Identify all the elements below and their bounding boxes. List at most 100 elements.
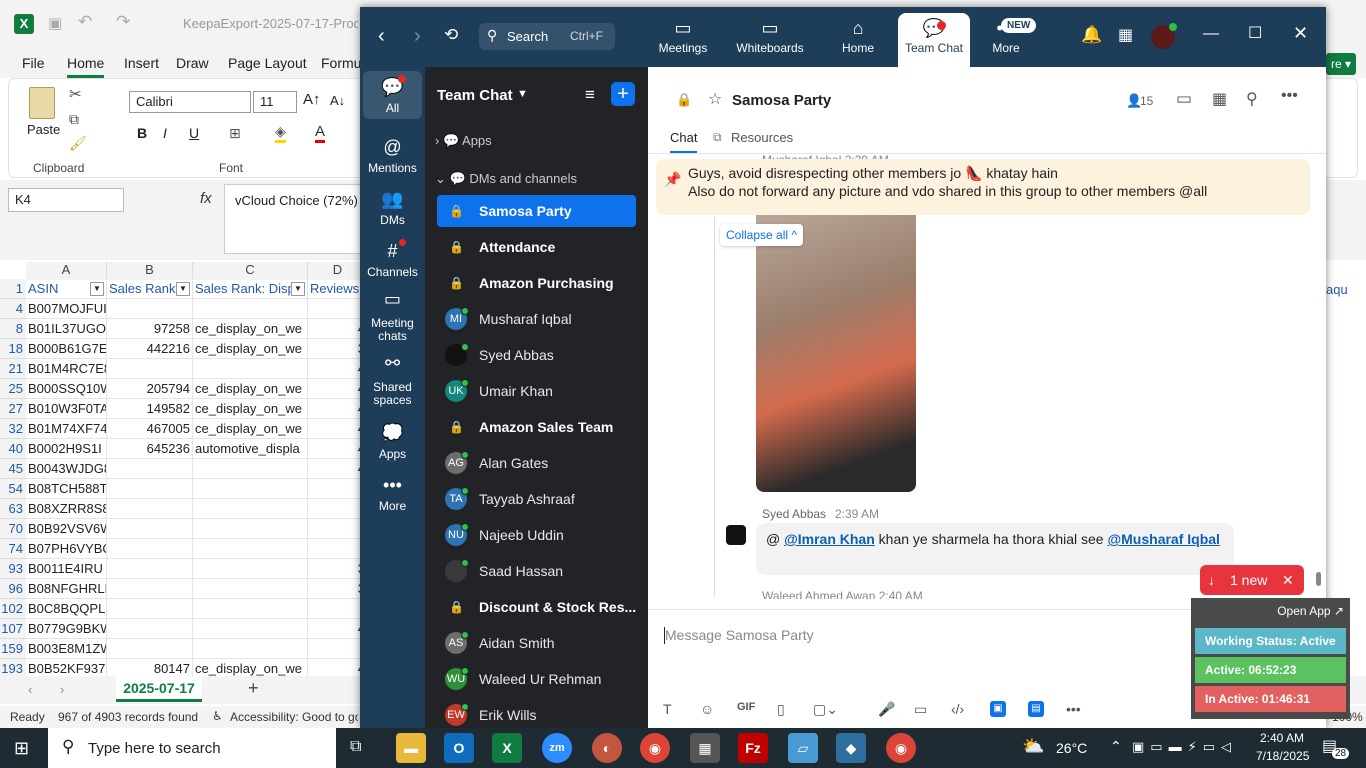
collapse-all-button[interactable]: Collapse all ^ xyxy=(720,224,804,246)
cell-display[interactable] xyxy=(193,599,308,619)
cell-reviews[interactable] xyxy=(308,299,368,319)
cell-sales-rank[interactable]: 205794 xyxy=(107,379,193,399)
app-icon[interactable]: ▣ xyxy=(990,701,1006,717)
new-chat-button[interactable]: + xyxy=(611,82,635,106)
format-painter-icon[interactable]: 🖌 xyxy=(69,135,87,152)
rail-all[interactable]: 💬 All xyxy=(363,71,422,119)
sidebar-dm[interactable]: Saad Hassan xyxy=(437,555,636,587)
cell-sales-rank[interactable] xyxy=(107,299,193,319)
app-icon[interactable]: ◆ xyxy=(836,733,866,763)
tab-page-layout[interactable]: Page Layout xyxy=(228,55,307,71)
row-header[interactable]: 1 xyxy=(0,279,26,299)
cell-asin[interactable]: B0002H9S1I xyxy=(26,439,107,459)
font-color-icon[interactable]: A xyxy=(315,123,326,143)
file-icon[interactable]: ▯ xyxy=(777,701,785,718)
filter-dropdown-c[interactable]: ▼ xyxy=(291,282,305,296)
cut-icon[interactable]: ✂ xyxy=(69,85,82,103)
row-header[interactable]: 70 xyxy=(0,519,26,539)
row-header[interactable]: 8 xyxy=(0,319,26,339)
more-options-icon[interactable]: ••• xyxy=(1281,87,1298,105)
cell-asin[interactable]: B007MOJFUI xyxy=(26,299,107,319)
rail-meeting-chats[interactable]: ▭ Meeting chats xyxy=(363,290,422,343)
cell-reviews[interactable]: 3 xyxy=(308,339,368,359)
mention-imran-khan[interactable]: @Imran Khan xyxy=(784,531,875,547)
sidebar-dm[interactable]: TA Tayyab Ashraaf xyxy=(437,483,636,515)
cell-display[interactable]: ce_display_on_we xyxy=(193,319,308,339)
cell-sales-rank[interactable] xyxy=(107,559,193,579)
cell-sales-rank[interactable]: 442216 xyxy=(107,339,193,359)
cell-asin[interactable]: B000SSQ10W xyxy=(26,379,107,399)
column-header-d[interactable]: D xyxy=(308,262,368,280)
sidebar-channel[interactable]: 🔒 Amazon Purchasing xyxy=(437,267,636,299)
paste-label[interactable]: Paste xyxy=(27,122,60,137)
sidebar-channel[interactable]: 🔒 Attendance xyxy=(437,231,636,263)
cell-sales-rank[interactable] xyxy=(107,479,193,499)
cell-reviews[interactable]: 4 xyxy=(308,619,368,639)
cell-display[interactable]: automotive_displa xyxy=(193,439,308,459)
cell-sales-rank[interactable] xyxy=(107,639,193,659)
cell-display[interactable] xyxy=(193,579,308,599)
message-bubble[interactable]: @ @Imran Khan khan ye sharmela ha thora … xyxy=(756,523,1234,575)
filter-dropdown-a[interactable]: ▼ xyxy=(90,282,104,296)
sidebar-dm[interactable]: Syed Abbas xyxy=(437,339,636,371)
sheet-tab[interactable]: 2025-07-17 xyxy=(116,676,202,702)
cell-asin[interactable]: B000B61G7E xyxy=(26,339,107,359)
new-messages-button[interactable]: ↓ 1 new ✕ xyxy=(1200,565,1304,595)
search-icon[interactable]: ⚲ xyxy=(1246,89,1258,109)
row-header[interactable]: 107 xyxy=(0,619,26,639)
avatar[interactable] xyxy=(726,525,746,545)
cell-asin[interactable]: B0011E4IRU xyxy=(26,559,107,579)
shared-image[interactable] xyxy=(756,215,916,492)
cell-asin[interactable]: B08XZRR8S8 xyxy=(26,499,107,519)
prev-sheet-icon[interactable]: ‹ xyxy=(28,682,32,697)
add-sheet-icon[interactable]: + xyxy=(248,678,259,699)
zoom-taskbar-icon[interactable]: zm xyxy=(542,733,572,763)
cell-reviews[interactable]: 4 xyxy=(308,379,368,399)
sidebar-channel[interactable]: 🔒 Discount & Stock Res... xyxy=(437,591,636,623)
weather-temp[interactable]: 26°C xyxy=(1056,740,1087,756)
column-header-a[interactable]: A xyxy=(26,262,107,280)
excel-taskbar-icon[interactable]: X xyxy=(492,733,522,763)
chevron-down-icon[interactable]: ▼ xyxy=(517,88,528,100)
row-header[interactable]: 32 xyxy=(0,419,26,439)
cell-display[interactable] xyxy=(193,639,308,659)
share-button[interactable]: re ▾ xyxy=(1326,53,1356,75)
section-apps[interactable]: › 💬 Apps xyxy=(435,133,492,149)
row-header[interactable]: 4 xyxy=(0,299,26,319)
sidebar-dm[interactable]: MI Musharaf Iqbal xyxy=(437,303,636,335)
mention-musharaf-iqbal[interactable]: @Musharaf Iqbal xyxy=(1107,531,1219,547)
cell-reviews[interactable] xyxy=(308,479,368,499)
weather-icon[interactable]: ⛅ xyxy=(1022,736,1044,757)
cell-sales-rank[interactable] xyxy=(107,579,193,599)
save-icon[interactable]: ▣ xyxy=(48,14,62,32)
header-cell-reviews[interactable]: Reviews xyxy=(308,279,368,299)
row-header[interactable]: 159 xyxy=(0,639,26,659)
cell-asin[interactable]: B010W3F0TA xyxy=(26,399,107,419)
row-header[interactable]: 27 xyxy=(0,399,26,419)
rail-dms[interactable]: 👥 DMs xyxy=(363,189,422,227)
close-icon[interactable]: ✕ xyxy=(1282,565,1294,595)
video-call-icon[interactable]: ▭ xyxy=(1176,89,1192,109)
sidebar-dm[interactable]: AS Aidan Smith xyxy=(437,627,636,659)
chevron-up-icon[interactable]: ⌃ xyxy=(1110,738,1122,755)
cell-asin[interactable]: B01M74XF74 xyxy=(26,419,107,439)
filter-icon[interactable]: ≡ xyxy=(585,85,595,105)
clock-date[interactable]: 7/18/2025 xyxy=(1256,749,1309,763)
cell-reviews[interactable]: 4 xyxy=(308,439,368,459)
cell-sales-rank[interactable] xyxy=(107,459,193,479)
row-header[interactable]: 45 xyxy=(0,459,26,479)
tray-icons[interactable]: ▣▭▬⚡▭◁ xyxy=(1132,739,1237,755)
cell-asin[interactable]: B003E8M1ZW xyxy=(26,639,107,659)
rail-mentions[interactable]: @ Mentions xyxy=(363,137,422,175)
cell-reviews[interactable]: 4 xyxy=(308,459,368,479)
cell-display[interactable] xyxy=(193,519,308,539)
rail-more[interactable]: ••• More xyxy=(363,475,422,513)
minimize-button[interactable]: — xyxy=(1203,25,1219,43)
cell-asin[interactable]: B08TCH588T xyxy=(26,479,107,499)
cell-sales-rank[interactable] xyxy=(107,519,193,539)
cell-reviews[interactable]: 4 xyxy=(308,319,368,339)
cell-reviews[interactable]: 3 xyxy=(308,559,368,579)
cell-reviews[interactable]: 4 xyxy=(308,419,368,439)
text-format-icon[interactable]: T xyxy=(663,701,672,717)
cell-sales-rank[interactable] xyxy=(107,619,193,639)
